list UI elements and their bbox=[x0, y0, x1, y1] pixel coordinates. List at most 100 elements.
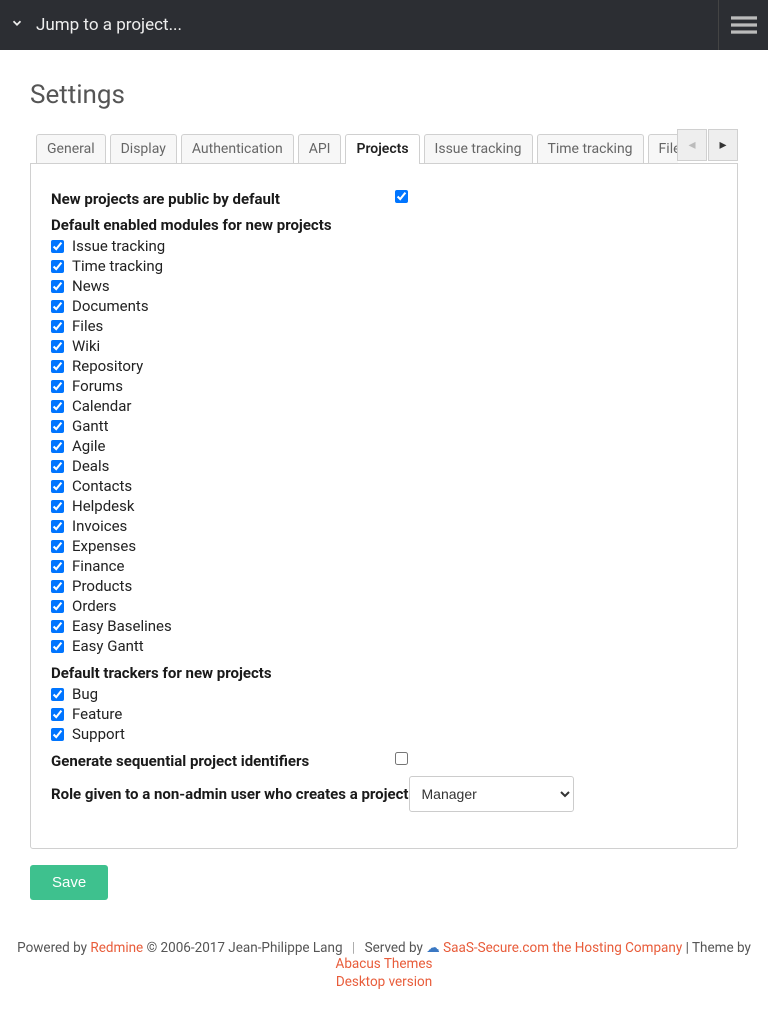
footer-served-by: Served by bbox=[365, 940, 427, 956]
footer-theme-by: Theme by bbox=[689, 940, 751, 956]
module-checkbox[interactable] bbox=[51, 520, 64, 533]
footer-separator: | bbox=[352, 940, 355, 956]
module-checkbox[interactable] bbox=[51, 560, 64, 573]
cloud-icon: ☁ bbox=[426, 940, 440, 956]
module-label: Agile bbox=[72, 437, 105, 455]
module-item: Repository bbox=[51, 356, 717, 376]
module-checkbox[interactable] bbox=[51, 600, 64, 613]
module-item: Easy Gantt bbox=[51, 636, 717, 656]
module-checkbox[interactable] bbox=[51, 620, 64, 633]
page-title: Settings bbox=[30, 80, 738, 110]
module-checkbox[interactable] bbox=[51, 500, 64, 513]
row-public-default: New projects are public by default bbox=[51, 190, 717, 208]
module-item: Expenses bbox=[51, 536, 717, 556]
tracker-item: Bug bbox=[51, 684, 717, 704]
module-label: Documents bbox=[72, 297, 149, 315]
module-item: News bbox=[51, 276, 717, 296]
module-checkbox[interactable] bbox=[51, 420, 64, 433]
module-label: Calendar bbox=[72, 397, 132, 415]
select-role[interactable]: Manager bbox=[409, 776, 574, 812]
footer-copyright: © 2006-2017 Jean-Philippe Lang bbox=[143, 940, 342, 956]
module-item: Files bbox=[51, 316, 717, 336]
module-item: Agile bbox=[51, 436, 717, 456]
checkbox-sequential[interactable] bbox=[395, 752, 408, 765]
module-checkbox[interactable] bbox=[51, 280, 64, 293]
tab-issue-tracking[interactable]: Issue tracking bbox=[424, 134, 533, 164]
module-checkbox[interactable] bbox=[51, 320, 64, 333]
module-label: Gantt bbox=[72, 417, 108, 435]
footer-line1: Powered by Redmine © 2006-2017 Jean-Phil… bbox=[10, 940, 758, 972]
tab-authentication[interactable]: Authentication bbox=[181, 134, 294, 164]
row-role: Role given to a non-admin user who creat… bbox=[51, 776, 717, 812]
jump-to-project-label: Jump to a project... bbox=[36, 15, 182, 35]
footer-powered-by: Powered by bbox=[17, 940, 90, 956]
tab-time-tracking[interactable]: Time tracking bbox=[537, 134, 644, 164]
label-role: Role given to a non-admin user who creat… bbox=[51, 785, 409, 803]
module-label: Finance bbox=[72, 557, 124, 575]
module-checkbox[interactable] bbox=[51, 580, 64, 593]
module-item: Issue tracking bbox=[51, 236, 717, 256]
module-checkbox[interactable] bbox=[51, 460, 64, 473]
module-label: Deals bbox=[72, 457, 109, 475]
link-desktop-version[interactable]: Desktop version bbox=[336, 974, 432, 990]
module-item: Deals bbox=[51, 456, 717, 476]
module-label: News bbox=[72, 277, 110, 295]
link-theme[interactable]: Abacus Themes bbox=[336, 956, 433, 972]
tab-scroll-right[interactable]: ▸ bbox=[708, 129, 738, 161]
tabs: GeneralDisplayAuthenticationAPIProjectsI… bbox=[30, 134, 738, 164]
module-checkbox[interactable] bbox=[51, 340, 64, 353]
module-item: Time tracking bbox=[51, 256, 717, 276]
module-label: Products bbox=[72, 577, 132, 595]
tracker-item: Support bbox=[51, 724, 717, 744]
tracker-item: Feature bbox=[51, 704, 717, 724]
footer: Powered by Redmine © 2006-2017 Jean-Phil… bbox=[0, 920, 768, 1020]
jump-to-project[interactable]: Jump to a project... bbox=[10, 15, 182, 35]
tab-scroll-left[interactable]: ◂ bbox=[677, 129, 707, 161]
module-item: Easy Baselines bbox=[51, 616, 717, 636]
heading-modules: Default enabled modules for new projects bbox=[51, 216, 717, 234]
tracker-checkbox[interactable] bbox=[51, 728, 64, 741]
tab-api[interactable]: API bbox=[298, 134, 342, 164]
tab-files[interactable]: Files bbox=[648, 134, 678, 164]
module-checkbox[interactable] bbox=[51, 360, 64, 373]
module-label: Helpdesk bbox=[72, 497, 134, 515]
module-checkbox[interactable] bbox=[51, 260, 64, 273]
tracker-label: Support bbox=[72, 725, 125, 743]
module-checkbox[interactable] bbox=[51, 380, 64, 393]
caret-left-icon: ◂ bbox=[688, 137, 695, 153]
tab-display[interactable]: Display bbox=[110, 134, 177, 164]
module-label: Easy Baselines bbox=[72, 617, 172, 635]
menu-button[interactable] bbox=[718, 0, 768, 50]
footer-line2: Desktop version bbox=[10, 974, 758, 990]
link-host[interactable]: SaaS-Secure.com the Hosting Company bbox=[443, 940, 682, 956]
tracker-label: Bug bbox=[72, 685, 98, 703]
module-checkbox[interactable] bbox=[51, 640, 64, 653]
module-label: Invoices bbox=[72, 517, 127, 535]
checkbox-public-default[interactable] bbox=[395, 190, 408, 203]
module-checkbox[interactable] bbox=[51, 440, 64, 453]
module-checkbox[interactable] bbox=[51, 240, 64, 253]
module-item: Orders bbox=[51, 596, 717, 616]
tab-general[interactable]: General bbox=[36, 134, 106, 164]
main-content: Settings GeneralDisplayAuthenticationAPI… bbox=[0, 50, 768, 920]
chevron-down-icon bbox=[10, 15, 24, 35]
module-label: Orders bbox=[72, 597, 117, 615]
module-item: Helpdesk bbox=[51, 496, 717, 516]
module-checkbox[interactable] bbox=[51, 540, 64, 553]
link-redmine[interactable]: Redmine bbox=[90, 940, 143, 956]
caret-right-icon: ▸ bbox=[719, 137, 726, 153]
module-checkbox[interactable] bbox=[51, 300, 64, 313]
module-label: Files bbox=[72, 317, 103, 335]
tracker-checkbox[interactable] bbox=[51, 688, 64, 701]
module-checkbox[interactable] bbox=[51, 480, 64, 493]
top-bar: Jump to a project... bbox=[0, 0, 768, 50]
module-label: Time tracking bbox=[72, 257, 163, 275]
tracker-label: Feature bbox=[72, 705, 122, 723]
module-item: Products bbox=[51, 576, 717, 596]
save-button[interactable]: Save bbox=[30, 865, 108, 900]
module-label: Forums bbox=[72, 377, 123, 395]
tab-projects[interactable]: Projects bbox=[345, 134, 419, 164]
module-checkbox[interactable] bbox=[51, 400, 64, 413]
module-item: Contacts bbox=[51, 476, 717, 496]
tracker-checkbox[interactable] bbox=[51, 708, 64, 721]
